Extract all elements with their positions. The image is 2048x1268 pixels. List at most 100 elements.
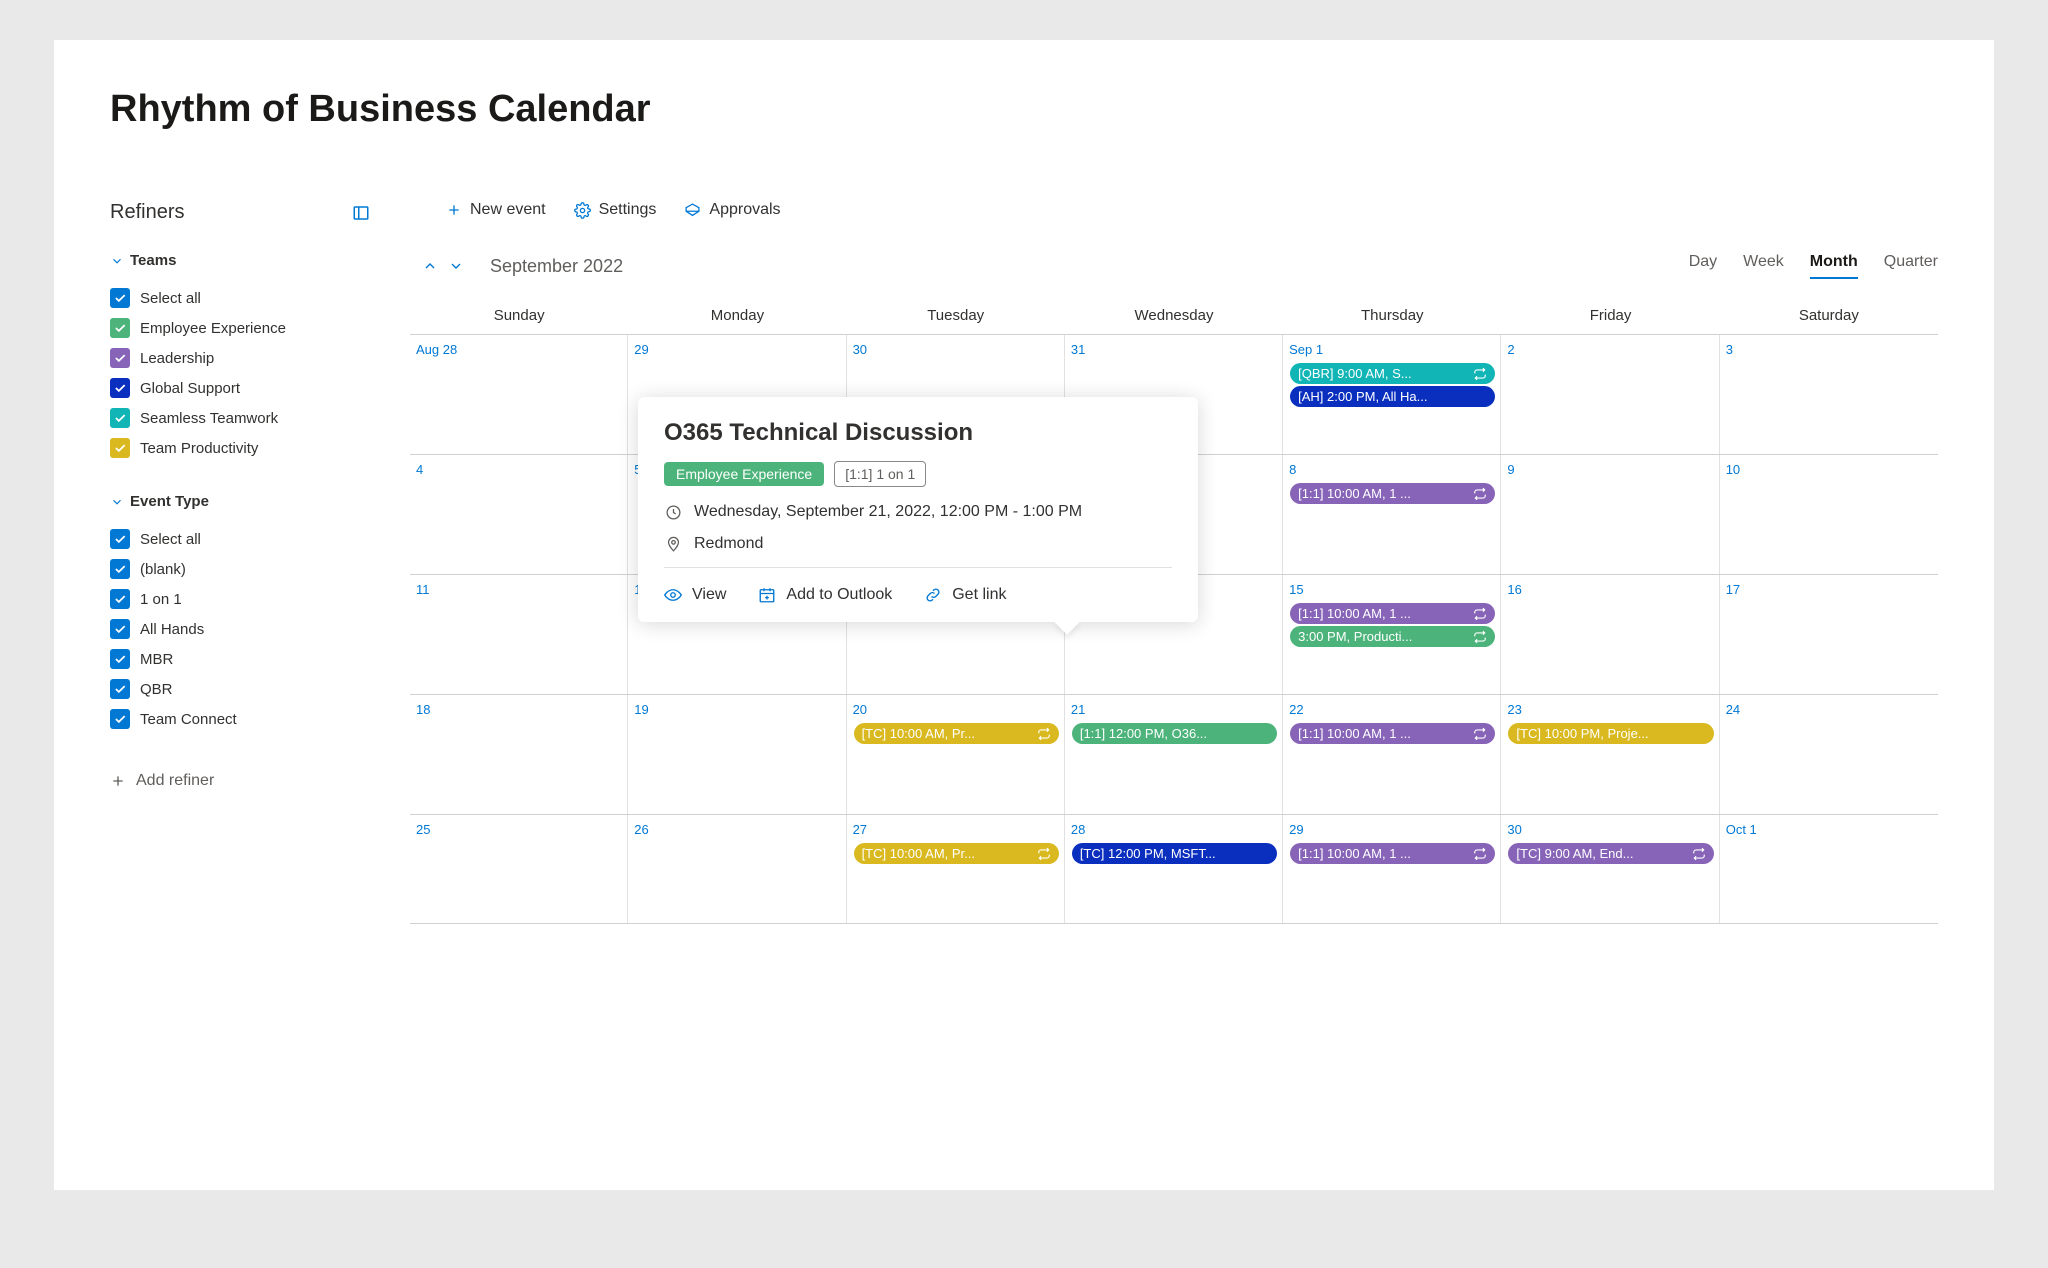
refiner-checkbox-item[interactable]: Select all	[110, 524, 370, 554]
day-header: Saturday	[1720, 297, 1938, 334]
calendar-day-cell[interactable]: 22[1:1] 10:00 AM, 1 ...	[1283, 695, 1501, 814]
event-label: [1:1] 10:00 AM, 1 ...	[1298, 846, 1411, 861]
new-event-button[interactable]: New event	[446, 201, 546, 219]
calendar-day-cell[interactable]: 30[TC] 9:00 AM, End...	[1501, 815, 1719, 923]
cell-date-label: 15	[1289, 582, 1303, 597]
refiner-checkbox-item[interactable]: MBR	[110, 644, 370, 674]
refiner-group-header[interactable]: Teams	[110, 252, 370, 269]
calendar-event[interactable]: [QBR] 9:00 AM, S...	[1290, 363, 1495, 384]
cell-date-label: 9	[1507, 462, 1514, 477]
refiner-checkbox-item[interactable]: Team Connect	[110, 704, 370, 734]
cell-date-label: 23	[1507, 702, 1521, 717]
popover-get-link-button[interactable]: Get link	[924, 586, 1006, 604]
calendar-day-cell[interactable]: 26	[628, 815, 846, 923]
calendar-day-cell[interactable]: 4	[410, 455, 628, 574]
calendar-event[interactable]: [TC] 10:00 AM, Pr...	[854, 843, 1059, 864]
popover-add-label: Add to Outlook	[786, 586, 892, 604]
calendar-day-cell[interactable]: 19	[628, 695, 846, 814]
calendar-event[interactable]: [1:1] 10:00 AM, 1 ...	[1290, 723, 1495, 744]
calendar-event[interactable]: [TC] 9:00 AM, End...	[1508, 843, 1713, 864]
link-icon	[924, 586, 942, 604]
view-tab-day[interactable]: Day	[1689, 253, 1717, 279]
event-label: 3:00 PM, Producti...	[1298, 629, 1412, 644]
calendar-event[interactable]: [TC] 12:00 PM, MSFT...	[1072, 843, 1277, 864]
view-tab-week[interactable]: Week	[1743, 253, 1784, 279]
calendar-event[interactable]: [1:1] 12:00 PM, O36...	[1072, 723, 1277, 744]
refiner-checkbox-item[interactable]: Seamless Teamwork	[110, 403, 370, 433]
refiner-item-label: Global Support	[140, 380, 240, 397]
prev-month-button[interactable]	[420, 256, 440, 276]
calendar-day-cell[interactable]: 21[1:1] 12:00 PM, O36...	[1065, 695, 1283, 814]
calendar-day-cell[interactable]: 16	[1501, 575, 1719, 694]
calendar-event[interactable]: 3:00 PM, Producti...	[1290, 626, 1495, 647]
refiner-checkbox-item[interactable]: Leadership	[110, 343, 370, 373]
calendar-period-label: September 2022	[490, 256, 623, 277]
calendar-day-cell[interactable]: 2	[1501, 335, 1719, 454]
view-tab-quarter[interactable]: Quarter	[1884, 253, 1938, 279]
calendar-day-cell[interactable]: 23 [TC] 10:00 PM, Proje...	[1501, 695, 1719, 814]
day-header: Tuesday	[847, 297, 1065, 334]
recurring-icon	[1033, 727, 1051, 741]
calendar-day-cell[interactable]: 9	[1501, 455, 1719, 574]
approvals-button[interactable]: Approvals	[684, 201, 780, 219]
event-label: [TC] 9:00 AM, End...	[1516, 846, 1633, 861]
refiner-checkbox-item[interactable]: Select all	[110, 283, 370, 313]
popover-view-button[interactable]: View	[664, 586, 726, 604]
view-tab-month[interactable]: Month	[1810, 253, 1858, 279]
calendar-event[interactable]: [TC] 10:00 PM, Proje...	[1508, 723, 1713, 744]
calendar-day-cell[interactable]: 27[TC] 10:00 AM, Pr...	[847, 815, 1065, 923]
calendar-event[interactable]: [1:1] 10:00 AM, 1 ...	[1290, 843, 1495, 864]
settings-button[interactable]: Settings	[574, 201, 657, 219]
event-label: [TC] 12:00 PM, MSFT...	[1080, 846, 1216, 861]
calendar-day-cell[interactable]: 29[1:1] 10:00 AM, 1 ...	[1283, 815, 1501, 923]
calendar-day-cell[interactable]: 20 [TC] 10:00 AM, Pr...	[847, 695, 1065, 814]
calendar-day-cell[interactable]: Aug 28	[410, 335, 628, 454]
view-tabs: Day Week Month Quarter	[1689, 253, 1938, 279]
calendar-day-cell[interactable]: Sep 1[QBR] 9:00 AM, S...[AH] 2:00 PM, Al…	[1283, 335, 1501, 454]
collapse-panel-icon[interactable]	[352, 204, 370, 222]
day-header: Sunday	[410, 297, 628, 334]
add-refiner-button[interactable]: Add refiner	[110, 764, 370, 798]
calendar-day-cell[interactable]: 28 [TC] 12:00 PM, MSFT...	[1065, 815, 1283, 923]
next-month-button[interactable]	[446, 256, 466, 276]
recurring-icon	[1033, 847, 1051, 861]
refiner-checkbox-item[interactable]: (blank)	[110, 554, 370, 584]
calendar-day-cell[interactable]: Oct 1	[1720, 815, 1938, 923]
calendar-day-cell[interactable]: 17	[1720, 575, 1938, 694]
calendar-day-cell[interactable]: 10	[1720, 455, 1938, 574]
popover-location: Redmond	[694, 535, 763, 553]
refiner-checkbox-item[interactable]: All Hands	[110, 614, 370, 644]
calendar-day-cell[interactable]: 18	[410, 695, 628, 814]
plus-icon	[446, 202, 462, 218]
event-label: [1:1] 12:00 PM, O36...	[1080, 726, 1207, 741]
calendar-day-cell[interactable]: 24	[1720, 695, 1938, 814]
calendar-day-cell[interactable]: 25	[410, 815, 628, 923]
calendar-day-cell[interactable]: 8[1:1] 10:00 AM, 1 ...	[1283, 455, 1501, 574]
calendar-day-cell[interactable]: 15 [1:1] 10:00 AM, 1 ... 3:00 PM, Producti…	[1283, 575, 1501, 694]
refiner-checkbox-item[interactable]: Employee Experience	[110, 313, 370, 343]
calendar-add-icon	[758, 586, 776, 604]
event-label: [TC] 10:00 PM, Proje...	[1516, 726, 1648, 741]
popover-add-outlook-button[interactable]: Add to Outlook	[758, 586, 892, 604]
recurring-icon	[1469, 487, 1487, 501]
calendar-event[interactable]: [AH] 2:00 PM, All Ha...	[1290, 386, 1495, 407]
refiner-item-label: Team Productivity	[140, 440, 258, 457]
refiner-checkbox-item[interactable]: QBR	[110, 674, 370, 704]
calendar-day-cell[interactable]: 11	[410, 575, 628, 694]
refiner-checkbox-item[interactable]: Global Support	[110, 373, 370, 403]
refiner-checkbox-item[interactable]: 1 on 1	[110, 584, 370, 614]
refiner-checkbox-item[interactable]: Team Productivity	[110, 433, 370, 463]
recurring-icon	[1469, 367, 1487, 381]
cell-date-label: 30	[853, 342, 867, 357]
day-header: Wednesday	[1065, 297, 1283, 334]
cell-date-label: 20	[853, 702, 867, 717]
calendar-event[interactable]: [1:1] 10:00 AM, 1 ...	[1290, 483, 1495, 504]
calendar-day-cell[interactable]: 3	[1720, 335, 1938, 454]
event-label: [AH] 2:00 PM, All Ha...	[1298, 389, 1427, 404]
refiner-group-header[interactable]: Event Type	[110, 493, 370, 510]
refiner-group: Event Type Select all(blank)1 on 1All Han…	[110, 493, 370, 734]
cell-date-label: 28	[1071, 822, 1085, 837]
event-label: [TC] 10:00 AM, Pr...	[862, 726, 975, 741]
calendar-event[interactable]: [1:1] 10:00 AM, 1 ...	[1290, 603, 1495, 624]
calendar-event[interactable]: [TC] 10:00 AM, Pr...	[854, 723, 1059, 744]
